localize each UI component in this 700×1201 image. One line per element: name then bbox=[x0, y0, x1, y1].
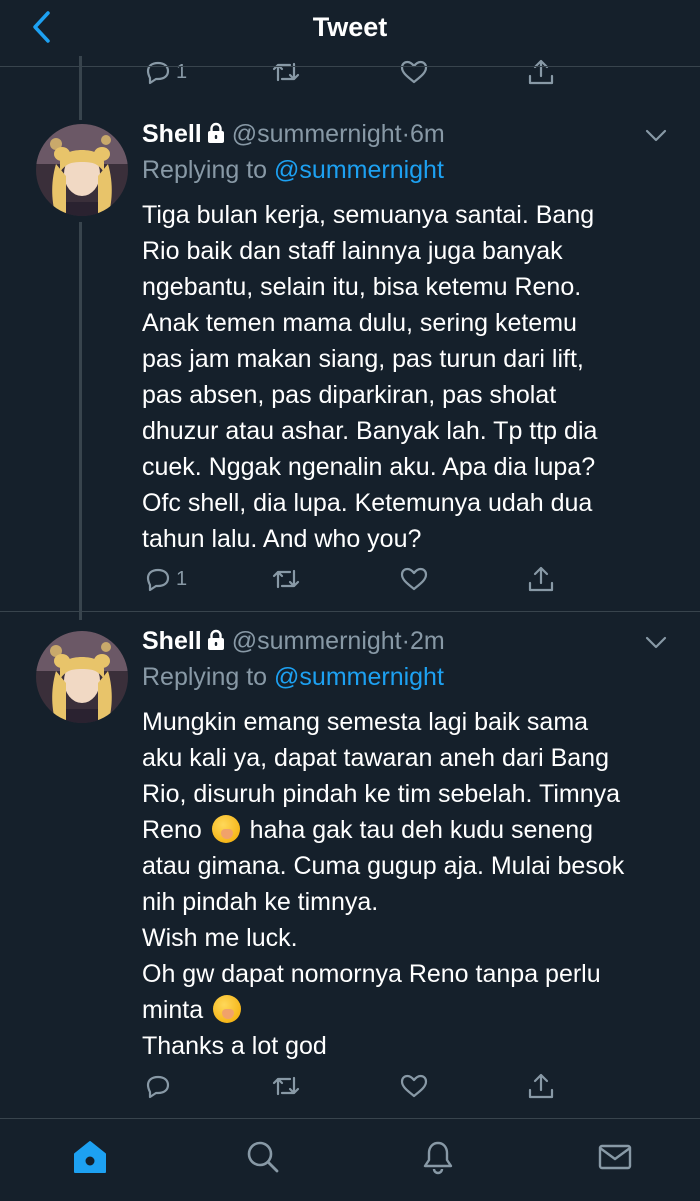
previous-tweet-actions: 1 bbox=[140, 57, 570, 87]
lock-icon bbox=[207, 122, 224, 143]
separator-dot: · bbox=[401, 120, 410, 148]
notifications-icon bbox=[423, 1141, 453, 1175]
username[interactable]: @summernight bbox=[232, 627, 402, 655]
retweet-icon bbox=[272, 62, 300, 82]
retweet-button[interactable] bbox=[271, 57, 301, 87]
tweet-text-fragment: haha gak tau deh kudu seneng bbox=[249, 816, 594, 844]
tweet-actions bbox=[140, 1071, 570, 1101]
chevron-down-icon[interactable] bbox=[644, 633, 668, 653]
separator-dot: · bbox=[401, 627, 410, 655]
bottom-tab-bar bbox=[0, 1118, 700, 1201]
reply-icon bbox=[146, 568, 170, 592]
mention-link[interactable]: @summernight bbox=[274, 156, 444, 184]
tweet-text-line: Rio baik dan staff lainnya juga banyak bbox=[142, 237, 563, 265]
tweet-text-fragment: minta bbox=[142, 996, 204, 1024]
tweet-text-line: cuek. Nggak ngenalin aku. Apa dia lupa? bbox=[142, 453, 596, 481]
tweet-text-line: Wish me luck. bbox=[142, 924, 298, 952]
reply-icon bbox=[146, 1075, 170, 1099]
share-button[interactable] bbox=[526, 57, 556, 87]
tweet-text-line: atau gimana. Cuma gugup aja. Mulai besok bbox=[142, 852, 625, 880]
tweet-text-line: Rio, disuruh pindah ke tim sebelah. Timn… bbox=[142, 780, 621, 808]
tab-messages[interactable] bbox=[595, 1137, 635, 1177]
retweet-button[interactable] bbox=[271, 1071, 301, 1101]
retweet-button[interactable] bbox=[271, 564, 301, 594]
tweet-text-line: Reno haha gak tau deh kudu seneng bbox=[142, 812, 682, 848]
tweet-text-line: pas jam makan siang, pas turun dari lift… bbox=[142, 345, 584, 373]
home-icon bbox=[74, 1141, 106, 1173]
reply-button[interactable]: 1 bbox=[144, 564, 187, 594]
timestamp[interactable]: 6m bbox=[410, 120, 445, 148]
tweet-text-line: pas absen, pas diparkiran, pas sholat bbox=[142, 381, 557, 409]
share-icon bbox=[528, 1073, 554, 1099]
retweet-icon bbox=[272, 569, 300, 589]
reply-icon bbox=[146, 61, 170, 85]
tweet-text-line: Oh gw dapat nomornya Reno tanpa perlu bbox=[142, 960, 601, 988]
tweet-text-line: nih pindah ke timnya. bbox=[142, 888, 379, 916]
tweet-text: Mungkin emang semesta lagi baik sama aku… bbox=[142, 704, 682, 1064]
top-bar: Tweet bbox=[0, 0, 700, 56]
tweet-text-line: aku kali ya, dapat tawaran aneh dari Ban… bbox=[142, 744, 609, 772]
avatar[interactable] bbox=[36, 631, 128, 723]
messages-icon bbox=[598, 1144, 632, 1170]
tweet-header: Shell @summernight·6m bbox=[142, 120, 445, 149]
tweet-text-line: Tiga bulan kerja, semuanya santai. Bang bbox=[142, 201, 595, 229]
replying-to: Replying to @summernight bbox=[142, 156, 444, 185]
tweet-text-line: Ofc shell, dia lupa. Ketemunya udah dua bbox=[142, 489, 593, 517]
header-divider bbox=[0, 66, 700, 67]
search-icon bbox=[247, 1141, 279, 1173]
tweet-text-line: Anak temen mama dulu, sering ketemu bbox=[142, 309, 577, 337]
retweet-icon bbox=[272, 1076, 300, 1096]
lock-icon bbox=[207, 629, 224, 650]
mention-link[interactable]: @summernight bbox=[274, 663, 444, 691]
replying-to-label: Replying to bbox=[142, 156, 268, 184]
reply-count: 1 bbox=[176, 567, 188, 590]
tweet-actions: 1 bbox=[140, 564, 570, 594]
tweet-text-line: dhuzur atau ashar. Banyak lah. Tp ttp di… bbox=[142, 417, 598, 445]
replying-to-label: Replying to bbox=[142, 663, 268, 691]
display-name[interactable]: Shell bbox=[142, 627, 202, 655]
reply-button[interactable] bbox=[144, 1071, 172, 1101]
tweet-text-fragment: Reno bbox=[142, 816, 202, 844]
tweet-text-line: minta bbox=[142, 992, 682, 1028]
tweet-divider bbox=[0, 611, 700, 612]
like-icon bbox=[400, 60, 428, 84]
replying-to: Replying to @summernight bbox=[142, 663, 444, 692]
reply-button[interactable]: 1 bbox=[144, 57, 187, 87]
tweet-text: Tiga bulan kerja, semuanya santai. Bang … bbox=[142, 197, 682, 557]
like-button[interactable] bbox=[399, 1071, 429, 1101]
share-button[interactable] bbox=[526, 1071, 556, 1101]
tab-notifications[interactable] bbox=[418, 1137, 458, 1177]
like-icon bbox=[400, 1074, 428, 1098]
tweet-header: Shell @summernight·2m bbox=[142, 627, 445, 656]
timestamp[interactable]: 2m bbox=[410, 627, 445, 655]
thread-line bbox=[79, 222, 82, 620]
share-icon bbox=[528, 566, 554, 592]
share-icon bbox=[528, 59, 554, 85]
username[interactable]: @summernight bbox=[232, 120, 402, 148]
tweet-text-line: tahun lalu. And who you? bbox=[142, 525, 422, 553]
tweet-text-line: Thanks a lot god bbox=[142, 1032, 327, 1060]
like-button[interactable] bbox=[399, 564, 429, 594]
reply-count: 1 bbox=[176, 60, 188, 83]
tweet-text-line: ngebantu, selain itu, bisa ketemu Reno. bbox=[142, 273, 582, 301]
hand-over-mouth-emoji bbox=[211, 815, 240, 843]
tab-search[interactable] bbox=[243, 1137, 283, 1177]
tweet-text-line: Mungkin emang semesta lagi baik sama bbox=[142, 708, 589, 736]
hand-over-mouth-emoji bbox=[213, 995, 242, 1023]
tab-home[interactable] bbox=[70, 1137, 110, 1177]
like-button[interactable] bbox=[399, 57, 429, 87]
display-name[interactable]: Shell bbox=[142, 120, 202, 148]
like-icon bbox=[400, 567, 428, 591]
avatar[interactable] bbox=[36, 124, 128, 216]
page-title: Tweet bbox=[312, 12, 388, 42]
share-button[interactable] bbox=[526, 564, 556, 594]
chevron-down-icon[interactable] bbox=[644, 126, 668, 146]
